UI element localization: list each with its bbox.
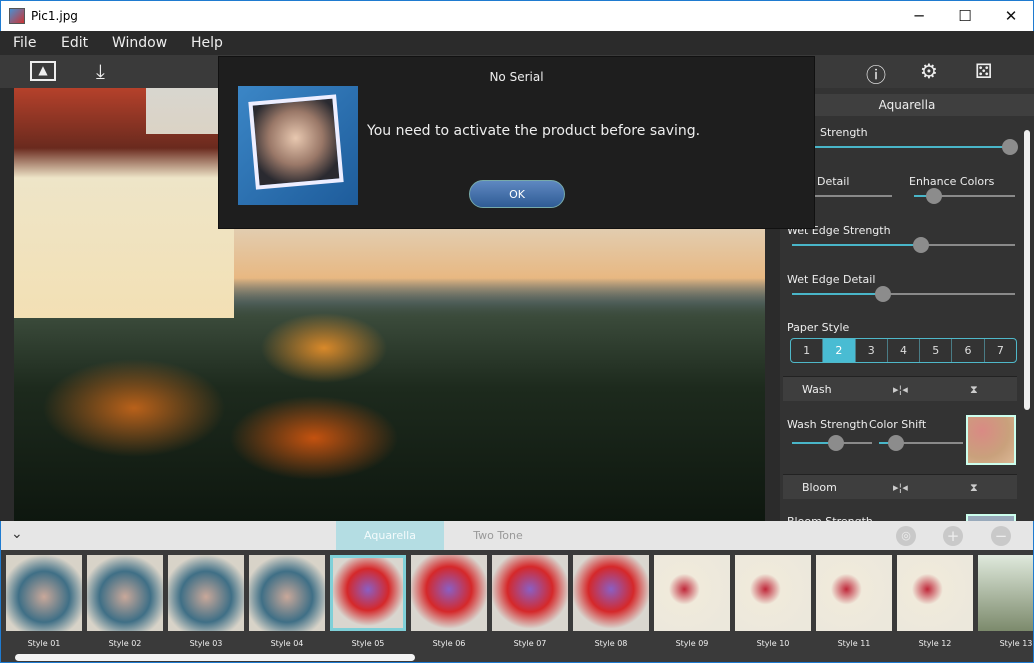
style-label: Style 05 [351,639,385,648]
style-strip-bar: ⌄ Aquarella Two Tone ◎ + − [0,521,1034,550]
style-thumbnail[interactable] [6,555,82,631]
menu-edit[interactable]: Edit [61,35,88,51]
style-label: Style 02 [108,639,142,648]
info-icon[interactable]: ⓘ [866,59,886,88]
product-logo [238,86,358,205]
slider-fill [792,293,884,295]
style-thumbnail[interactable] [735,555,811,631]
panel-title: Aquarella [780,94,1034,116]
paper-style-option[interactable]: 4 [888,339,921,362]
open-image-icon[interactable]: ▲ [30,61,56,81]
style-label: Style 11 [837,639,871,648]
style-label: Style 10 [756,639,790,648]
slider-fill [792,244,922,246]
lighthouse-painting [14,88,234,318]
thumbnail-scrollbar[interactable] [15,654,415,661]
window-title: Pic1.jpg [31,9,78,23]
style-label: Style 01 [27,639,61,648]
ok-button[interactable]: OK [469,180,565,208]
wash-label: Wash [802,383,832,396]
preset-icon[interactable]: ◎ [896,526,916,546]
paper-style-label: Paper Style [787,321,850,334]
slider-knob[interactable] [913,237,930,253]
enhance-colors-label: Enhance Colors [909,175,995,188]
paper-style-option[interactable]: 5 [920,339,953,362]
settings-panel: Aquarella Strength Detail Enhance Colors… [780,88,1034,564]
wash-texture-swatch[interactable] [966,415,1016,465]
add-style-icon[interactable]: + [943,526,963,546]
title-bar: Pic1.jpg ─ ☐ ✕ [0,0,1034,31]
slider-knob[interactable] [926,188,943,204]
bloom-label: Bloom [802,481,837,494]
style-label: Style 03 [189,639,223,648]
menu-help[interactable]: Help [191,35,223,51]
style-thumbnail[interactable] [573,555,649,631]
slider-fill [790,146,1010,148]
style-label: Style 12 [918,639,952,648]
collapse-chevron-icon[interactable]: ⌄ [11,526,23,542]
strength-slider[interactable] [790,139,1018,155]
style-thumbnail[interactable] [330,555,406,631]
close-button[interactable]: ✕ [988,1,1034,31]
dialog-message: You need to activate the product before … [367,123,701,139]
style-thumbnail[interactable] [492,555,568,631]
flip-horizontal-icon[interactable]: ▸¦◂ [893,481,908,494]
save-download-icon[interactable]: ⤓ [96,59,105,83]
tab-two-tone[interactable]: Two Tone [444,521,552,550]
app-icon [9,8,25,24]
wet-edge-detail-label: Wet Edge Detail [787,273,876,286]
tab-aquarella[interactable]: Aquarella [336,521,444,550]
style-thumbnail[interactable] [654,555,730,631]
color-shift-label: Color Shift [869,418,927,431]
no-serial-dialog: No Serial You need to activate the produ… [218,56,815,229]
flip-horizontal-icon[interactable]: ▸¦◂ [893,383,908,396]
wash-strength-label: Wash Strength [787,418,868,431]
dialog-title: No Serial [489,70,544,84]
style-thumbnail[interactable] [249,555,325,631]
enhance-colors-slider[interactable] [914,188,1015,204]
wash-strength-slider[interactable] [792,435,872,451]
style-thumbnail[interactable] [978,555,1033,631]
slider-knob[interactable] [1002,139,1018,155]
style-label: Style 04 [270,639,304,648]
style-thumbnail[interactable] [411,555,487,631]
paper-style-option[interactable]: 3 [856,339,888,362]
wash-section-header[interactable]: Wash ▸¦◂ ⧗ [783,376,1017,401]
style-label: Style 06 [432,639,466,648]
style-thumbnails: Style 01 Style 02 Style 03 Style 04 Style 05… [0,550,1034,663]
flip-vertical-icon[interactable]: ⧗ [970,383,978,397]
bloom-section-header[interactable]: Bloom ▸¦◂ ⧗ [783,474,1017,499]
wet-edge-strength-slider[interactable] [792,237,1015,253]
menu-window[interactable]: Window [112,35,167,51]
minimize-button[interactable]: ─ [896,1,942,31]
paper-style-option[interactable]: 2 [823,339,856,362]
slider-knob[interactable] [875,286,892,302]
style-label: Style 07 [513,639,547,648]
slider-knob[interactable] [828,435,844,451]
paper-style-selector: 1234567 [790,338,1017,363]
detail-label: Detail [817,175,850,188]
style-label: Style 09 [675,639,709,648]
strength-label: Strength [820,126,868,139]
paper-style-option[interactable]: 7 [985,339,1016,362]
slider-knob[interactable] [887,435,904,451]
style-label: Style 08 [594,639,628,648]
remove-style-icon[interactable]: − [991,526,1011,546]
style-thumbnail[interactable] [816,555,892,631]
style-thumbnail[interactable] [87,555,163,631]
color-shift-slider[interactable] [879,435,963,451]
style-thumbnail[interactable] [897,555,973,631]
settings-icon[interactable]: ⚙ [920,59,938,83]
panel-scrollbar[interactable] [1024,130,1030,410]
menu-bar: File Edit Window Help [0,31,1034,55]
menu-file[interactable]: File [13,35,36,51]
paper-style-option[interactable]: 1 [791,339,824,362]
style-label: Style 13 [999,639,1033,648]
random-dice-icon[interactable]: ⚄ [975,59,992,83]
paper-style-option[interactable]: 6 [952,339,985,362]
maximize-button[interactable]: ☐ [942,1,988,31]
flip-vertical-icon[interactable]: ⧗ [970,481,978,495]
style-thumbnail[interactable] [168,555,244,631]
wet-edge-detail-slider[interactable] [792,286,1015,302]
